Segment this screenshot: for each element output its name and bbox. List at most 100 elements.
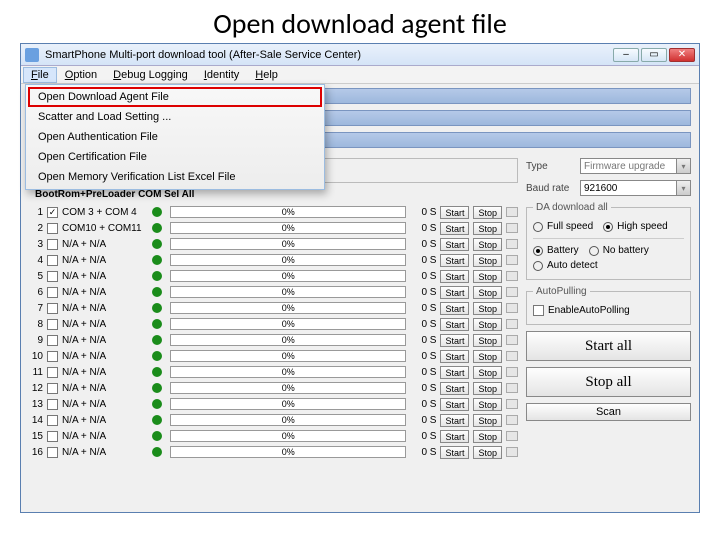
maximize-button[interactable]: ▭ bbox=[641, 48, 667, 62]
status-dot-icon bbox=[152, 223, 162, 233]
side-panel: Type Firmware upgrade▾ Baud rate 921600▾… bbox=[526, 158, 691, 460]
status-dot-icon bbox=[152, 447, 162, 457]
row-start-button[interactable]: Start bbox=[440, 430, 469, 443]
menu-scatter-load[interactable]: Scatter and Load Setting ... bbox=[28, 107, 322, 127]
row-start-button[interactable]: Start bbox=[440, 318, 469, 331]
row-start-button[interactable]: Start bbox=[440, 350, 469, 363]
row-start-button[interactable]: Start bbox=[440, 302, 469, 315]
row-start-button[interactable]: Start bbox=[440, 270, 469, 283]
radio-high-speed[interactable] bbox=[603, 222, 613, 232]
progress-bar: 0% bbox=[170, 366, 406, 378]
row-checkbox[interactable] bbox=[47, 303, 58, 314]
port-row: 16N/A + N/A0%0 SStartStop bbox=[29, 444, 518, 460]
ports-panel: Scatter Files Scatter File BootRom+PreLo… bbox=[29, 158, 518, 460]
menu-open-mem-verify[interactable]: Open Memory Verification List Excel File bbox=[28, 167, 322, 187]
row-indicator bbox=[506, 431, 518, 441]
label-no-battery: No battery bbox=[603, 245, 649, 256]
status-dot-icon bbox=[152, 319, 162, 329]
elapsed-seconds: 0 S bbox=[414, 319, 436, 330]
row-checkbox[interactable] bbox=[47, 319, 58, 330]
row-start-button[interactable]: Start bbox=[440, 414, 469, 427]
row-indicator bbox=[506, 287, 518, 297]
radio-full-speed[interactable] bbox=[533, 222, 543, 232]
menu-option[interactable]: Option bbox=[57, 67, 105, 83]
scan-button[interactable]: Scan bbox=[526, 403, 691, 421]
radio-battery[interactable] bbox=[533, 246, 543, 256]
row-stop-button[interactable]: Stop bbox=[473, 398, 502, 411]
menu-open-auth[interactable]: Open Authentication File bbox=[28, 127, 322, 147]
progress-bar: 0% bbox=[170, 446, 406, 458]
row-stop-button[interactable]: Stop bbox=[473, 334, 502, 347]
type-label: Type bbox=[526, 161, 576, 172]
stop-all-button[interactable]: Stop all bbox=[526, 367, 691, 397]
menu-file[interactable]: File bbox=[23, 67, 57, 83]
row-checkbox[interactable] bbox=[47, 367, 58, 378]
row-stop-button[interactable]: Stop bbox=[473, 302, 502, 315]
row-checkbox[interactable] bbox=[47, 399, 58, 410]
row-checkbox[interactable] bbox=[47, 351, 58, 362]
row-number: 9 bbox=[29, 335, 43, 346]
row-checkbox[interactable] bbox=[47, 239, 58, 250]
window-title: SmartPhone Multi-port download tool (Aft… bbox=[45, 49, 613, 61]
row-number: 11 bbox=[29, 367, 43, 378]
row-stop-button[interactable]: Stop bbox=[473, 366, 502, 379]
row-start-button[interactable]: Start bbox=[440, 366, 469, 379]
row-checkbox[interactable] bbox=[47, 207, 58, 218]
sel-all-label: BootRom+PreLoader COM Sel All bbox=[35, 189, 194, 200]
row-checkbox[interactable] bbox=[47, 335, 58, 346]
baud-select[interactable]: 921600▾ bbox=[580, 180, 691, 196]
progress-bar: 0% bbox=[170, 286, 406, 298]
row-start-button[interactable]: Start bbox=[440, 398, 469, 411]
row-indicator bbox=[506, 335, 518, 345]
elapsed-seconds: 0 S bbox=[414, 383, 436, 394]
type-select[interactable]: Firmware upgrade▾ bbox=[580, 158, 691, 174]
menu-identity[interactable]: Identity bbox=[196, 67, 247, 83]
com-label: N/A + N/A bbox=[62, 287, 148, 298]
row-checkbox[interactable] bbox=[47, 447, 58, 458]
row-stop-button[interactable]: Stop bbox=[473, 254, 502, 267]
menu-open-download-agent[interactable]: Open Download Agent File bbox=[28, 87, 322, 107]
row-checkbox[interactable] bbox=[47, 431, 58, 442]
row-stop-button[interactable]: Stop bbox=[473, 350, 502, 363]
com-label: N/A + N/A bbox=[62, 431, 148, 442]
row-checkbox[interactable] bbox=[47, 255, 58, 266]
row-start-button[interactable]: Start bbox=[440, 238, 469, 251]
row-start-button[interactable]: Start bbox=[440, 222, 469, 235]
menu-open-cert[interactable]: Open Certification File bbox=[28, 147, 322, 167]
row-checkbox[interactable] bbox=[47, 383, 58, 394]
progress-bar: 0% bbox=[170, 270, 406, 282]
row-stop-button[interactable]: Stop bbox=[473, 414, 502, 427]
menu-help[interactable]: Help bbox=[247, 67, 286, 83]
row-checkbox[interactable] bbox=[47, 287, 58, 298]
row-start-button[interactable]: Start bbox=[440, 382, 469, 395]
row-start-button[interactable]: Start bbox=[440, 286, 469, 299]
row-stop-button[interactable]: Stop bbox=[473, 222, 502, 235]
row-stop-button[interactable]: Stop bbox=[473, 238, 502, 251]
row-start-button[interactable]: Start bbox=[440, 446, 469, 459]
radio-no-battery[interactable] bbox=[589, 246, 599, 256]
row-stop-button[interactable]: Stop bbox=[473, 286, 502, 299]
menu-debug-logging[interactable]: Debug Logging bbox=[105, 67, 196, 83]
row-stop-button[interactable]: Stop bbox=[473, 270, 502, 283]
chevron-down-icon: ▾ bbox=[676, 181, 690, 195]
row-stop-button[interactable]: Stop bbox=[473, 206, 502, 219]
row-indicator bbox=[506, 383, 518, 393]
close-button[interactable]: ✕ bbox=[669, 48, 695, 62]
row-stop-button[interactable]: Stop bbox=[473, 430, 502, 443]
start-all-button[interactable]: Start all bbox=[526, 331, 691, 361]
row-checkbox[interactable] bbox=[47, 271, 58, 282]
row-checkbox[interactable] bbox=[47, 415, 58, 426]
row-checkbox[interactable] bbox=[47, 223, 58, 234]
com-label: N/A + N/A bbox=[62, 447, 148, 458]
autopull-checkbox[interactable] bbox=[533, 305, 544, 316]
row-stop-button[interactable]: Stop bbox=[473, 446, 502, 459]
row-start-button[interactable]: Start bbox=[440, 206, 469, 219]
row-stop-button[interactable]: Stop bbox=[473, 318, 502, 331]
slide-title: Open download agent file bbox=[0, 0, 720, 43]
row-start-button[interactable]: Start bbox=[440, 334, 469, 347]
minimize-button[interactable]: – bbox=[613, 48, 639, 62]
radio-auto-detect[interactable] bbox=[533, 261, 543, 271]
elapsed-seconds: 0 S bbox=[414, 431, 436, 442]
row-stop-button[interactable]: Stop bbox=[473, 382, 502, 395]
row-start-button[interactable]: Start bbox=[440, 254, 469, 267]
